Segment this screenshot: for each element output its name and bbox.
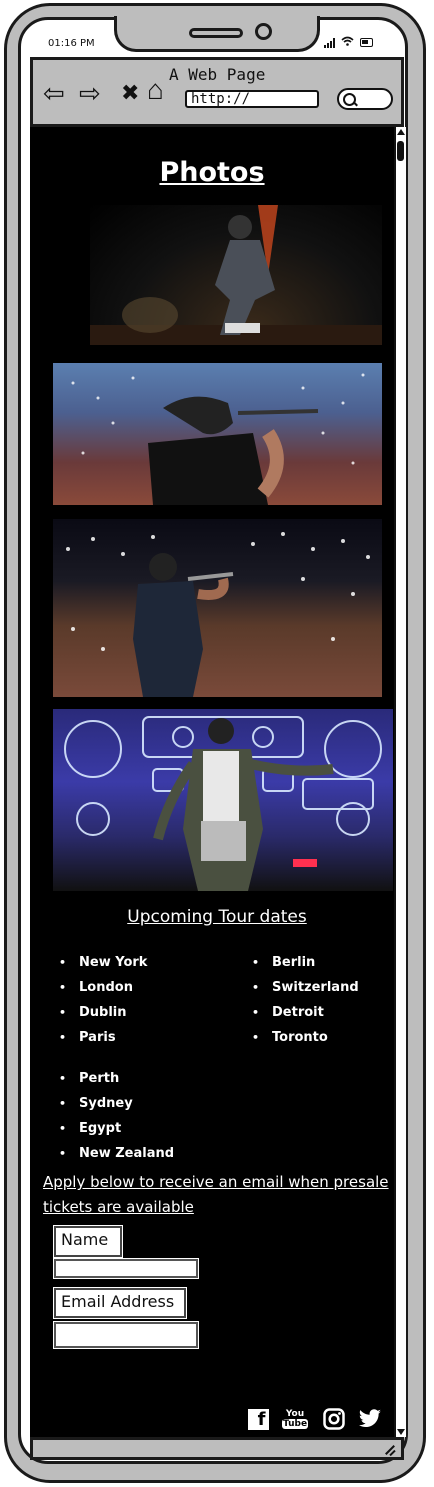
email-label: Email Address: [53, 1287, 187, 1319]
scroll-down-arrow-icon[interactable]: [397, 1429, 405, 1435]
facebook-icon[interactable]: f: [247, 1408, 269, 1430]
tour-list-column-2: Berlin Switzerland Detroit Toronto: [252, 950, 359, 1050]
name-input[interactable]: [53, 1258, 199, 1279]
scroll-thumb[interactable]: [397, 141, 404, 161]
youtube-icon[interactable]: You Tube: [281, 1408, 309, 1430]
photos-heading: Photos: [159, 157, 265, 188]
tour-city-item: Egypt: [59, 1116, 174, 1141]
tour-city-item: Paris: [59, 1025, 147, 1050]
browser-search-field[interactable]: [337, 88, 393, 110]
battery-icon: [360, 38, 373, 47]
tour-city-item: London: [59, 975, 147, 1000]
email-input[interactable]: [53, 1321, 199, 1349]
tour-list-column-3: Perth Sydney Egypt New Zealand: [59, 1066, 174, 1166]
tour-city-item: Switzerland: [252, 975, 359, 1000]
status-time: 01:16 PM: [48, 38, 95, 49]
concert-photo-4: [53, 709, 393, 891]
browser-status-bar: [30, 1437, 404, 1460]
tour-city-item: Toronto: [252, 1025, 359, 1050]
vertical-scrollbar[interactable]: [394, 127, 406, 1437]
tour-city-item: Perth: [59, 1066, 174, 1091]
back-button[interactable]: ⇦: [43, 80, 65, 106]
status-icons: [324, 36, 373, 49]
stop-button[interactable]: ✖: [121, 82, 139, 104]
browser-toolbar: A Web Page ⇦ ⇨ ✖ ⌂ http://: [30, 57, 404, 127]
tour-city-item: Dublin: [59, 1000, 147, 1025]
concert-photo-1: [90, 205, 382, 345]
signal-icon: [324, 37, 335, 48]
name-label: Name: [53, 1225, 123, 1258]
tour-list-column-1: New York London Dublin Paris: [59, 950, 147, 1050]
concert-photo-2: [53, 363, 382, 505]
twitter-icon[interactable]: [358, 1408, 382, 1430]
wifi-icon: [341, 36, 354, 49]
tour-city-item: Detroit: [252, 1000, 359, 1025]
search-icon: [343, 93, 356, 106]
tour-city-item: Sydney: [59, 1091, 174, 1116]
concert-photo-3: [53, 519, 382, 697]
url-input[interactable]: http://: [185, 90, 319, 108]
phone-notch: [114, 16, 320, 52]
tour-dates-heading: Upcoming Tour dates: [127, 907, 307, 927]
presale-notice: Apply below to receive an email when pre…: [43, 1173, 389, 1216]
scroll-up-arrow-icon[interactable]: [397, 129, 405, 135]
page-viewport[interactable]: Photos Upcoming Tour dates • New York • …: [30, 127, 404, 1437]
speaker-icon: [189, 28, 243, 38]
camera-icon: [255, 23, 272, 40]
browser-page-title: A Web Page: [169, 65, 266, 84]
instagram-icon[interactable]: [323, 1408, 345, 1430]
home-button[interactable]: ⌂: [147, 76, 164, 104]
forward-button[interactable]: ⇨: [79, 80, 101, 106]
resize-grip-icon[interactable]: [383, 1443, 397, 1457]
tour-city-item: New Zealand: [59, 1141, 174, 1166]
tour-city-item: Berlin: [252, 950, 359, 975]
tour-city-item: New York: [59, 950, 147, 975]
